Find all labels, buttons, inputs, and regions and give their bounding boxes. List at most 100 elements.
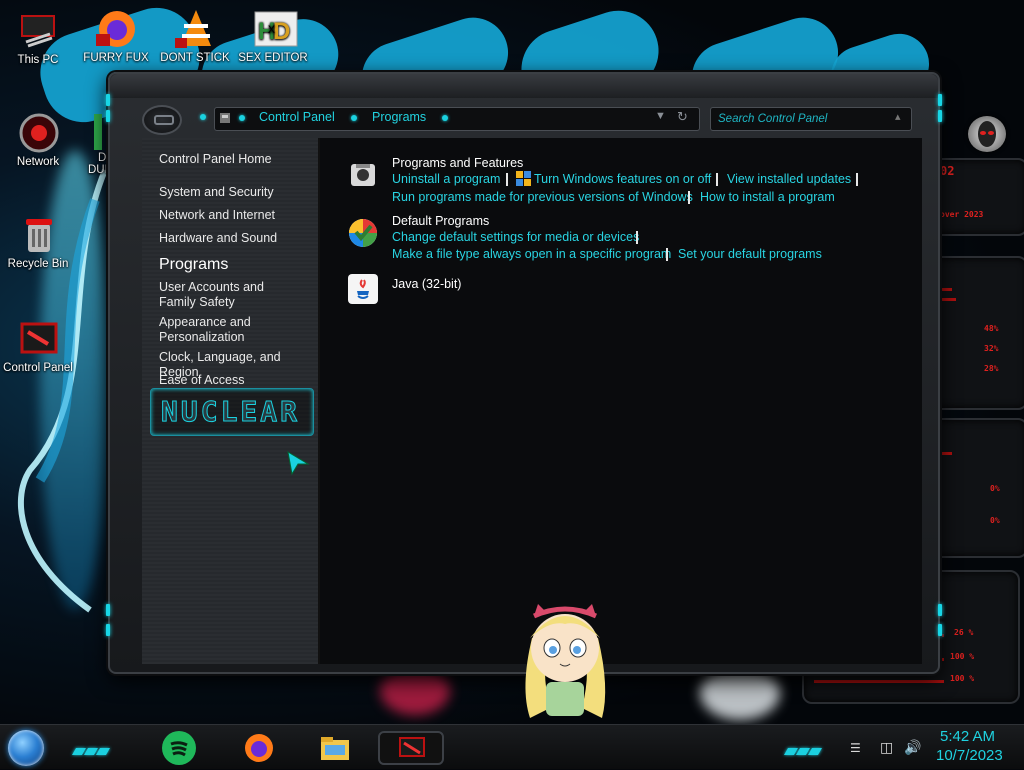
desktop-icon-furry-fux[interactable]: FURRY FUX <box>78 8 154 64</box>
widget-box-usage: 48% 32% 28% <box>930 256 1024 410</box>
widget-value: 02 <box>940 164 955 178</box>
app-icon <box>78 112 106 152</box>
desktop-icon-label: SEX EDITOR <box>238 52 308 64</box>
widget-value: 100 % <box>950 652 975 661</box>
desktop-icon-recycle-bin[interactable]: Recycle Bin <box>0 214 76 270</box>
frame-accent <box>106 94 110 106</box>
link-separator <box>716 173 718 186</box>
link-separator <box>666 248 668 261</box>
desktop-icon-this-pc[interactable]: This PC <box>0 10 76 66</box>
spotify-taskbar-button[interactable] <box>162 731 196 765</box>
breadcrumb-separator <box>442 115 448 121</box>
desktop-icon-label: DUM <box>88 164 108 176</box>
desktop-icon-control-panel[interactable]: Control Panel <box>0 318 76 374</box>
desktop-icon-partial[interactable]: D DUM <box>78 112 108 176</box>
taskbar: ☰ ◫ 🔊 5:42 AM 10/7/2023 <box>0 724 1024 769</box>
desktop-icon-label: Network <box>16 156 60 168</box>
frame-accent <box>106 624 110 636</box>
desktop-icon-label: D <box>98 152 107 164</box>
sidebar-item-hardware-sound[interactable]: Hardware and Sound <box>159 231 319 246</box>
breadcrumb-control-panel[interactable]: Control Panel <box>259 110 335 124</box>
alien-logo-icon <box>968 116 1006 152</box>
network-globe-icon <box>18 112 59 153</box>
link-separator <box>506 173 508 186</box>
link-change-default-settings[interactable]: Change default settings for media or dev… <box>392 230 639 244</box>
frame-accent <box>938 94 942 106</box>
computer-icon <box>18 10 58 50</box>
desktop-icon-label: This PC <box>17 54 59 66</box>
sidebar-item-network-internet[interactable]: Network and Internet <box>159 208 319 223</box>
link-uninstall-program[interactable]: Uninstall a program <box>392 172 500 186</box>
window-title-bar[interactable] <box>110 74 938 98</box>
section-title-programs-features[interactable]: Programs and Features <box>392 156 523 170</box>
section-title-default-programs[interactable]: Default Programs <box>392 214 489 228</box>
desktop-icon-dont-stick[interactable]: DONT STICK <box>157 8 233 64</box>
firefox-icon <box>96 8 136 48</box>
widget-value: 32% <box>984 344 999 353</box>
programs-features-icon[interactable] <box>348 160 378 190</box>
taskbar-accent-right <box>783 742 823 755</box>
desktop-icon-sex-editor[interactable]: HDx SEX EDITOR <box>235 8 311 64</box>
refresh-icon[interactable]: ↻ <box>677 109 688 125</box>
vlc-cone-icon <box>175 8 215 48</box>
sidebar: Control Panel Home System and Security N… <box>142 138 320 664</box>
cartoon-character-graphic <box>510 598 620 726</box>
file-explorer-taskbar-button[interactable] <box>318 731 352 765</box>
search-input[interactable] <box>716 110 890 128</box>
breadcrumb-separator <box>351 115 357 121</box>
link-set-default-programs[interactable]: Set your default programs <box>678 247 822 261</box>
content-pane: Programs and Features Uninstall a progra… <box>320 138 922 664</box>
svg-text:x: x <box>268 20 275 36</box>
link-turn-windows-features[interactable]: Turn Windows features on or off <box>534 172 711 186</box>
shield-windows-icon <box>516 171 532 187</box>
recycle-bin-icon <box>18 214 58 254</box>
default-programs-icon[interactable] <box>348 218 378 248</box>
widget-value: 0% <box>990 516 1000 525</box>
nuclear-logo: NUCLEAR <box>150 388 314 436</box>
link-view-installed-updates[interactable]: View installed updates <box>727 172 851 186</box>
frame-accent <box>106 604 110 616</box>
taskbar-accent-left <box>71 742 111 755</box>
link-run-previous-versions[interactable]: Run programs made for previous versions … <box>392 190 693 204</box>
search-box[interactable]: ▴ <box>710 107 912 131</box>
link-file-type-always-open[interactable]: Make a file type always open in a specif… <box>392 247 671 261</box>
link-separator <box>688 191 690 204</box>
link-how-to-install[interactable]: How to install a program <box>700 190 835 204</box>
section-title-java[interactable]: Java (32-bit) <box>392 277 461 291</box>
widget-value: 26 % <box>954 628 974 637</box>
volume-tray-icon[interactable]: 🔊 <box>904 739 921 756</box>
start-button[interactable] <box>8 730 44 766</box>
nav-indicator <box>200 114 206 120</box>
address-bar[interactable]: Control Panel Programs ▼ ↻ <box>214 107 700 131</box>
breadcrumb-programs[interactable]: Programs <box>372 110 426 124</box>
breadcrumb-separator <box>239 115 245 121</box>
sidebar-item-appearance[interactable]: Appearance and Personalization <box>159 315 274 345</box>
hxd-icon: HDx <box>253 8 298 48</box>
desktop-icon-network[interactable]: Network <box>0 112 76 168</box>
chevron-down-icon[interactable]: ▼ <box>655 110 666 122</box>
java-icon[interactable] <box>348 274 378 304</box>
nuclear-logo-text: NUCLEAR <box>160 395 301 429</box>
sidebar-item-control-panel-home[interactable]: Control Panel Home <box>159 152 319 167</box>
back-forward-button[interactable] <box>142 105 182 135</box>
sidebar-item-ease-of-access[interactable]: Ease of Access <box>159 373 319 388</box>
search-icon[interactable]: ▴ <box>895 110 901 123</box>
frame-accent <box>106 110 110 122</box>
firefox-taskbar-button[interactable] <box>242 731 276 765</box>
clock-time[interactable]: 5:42 AM <box>940 728 995 745</box>
sidebar-item-system-security[interactable]: System and Security <box>159 185 319 200</box>
frame-accent <box>938 604 942 616</box>
sidebar-item-programs[interactable]: Programs <box>159 257 319 273</box>
clock-date[interactable]: 10/7/2023 <box>936 747 1003 764</box>
control-panel-taskbar-button[interactable] <box>378 731 444 765</box>
sidebar-item-user-accounts[interactable]: User Accounts and Family Safety <box>159 280 304 310</box>
desktop-icon-label: DONT STICK <box>160 52 230 64</box>
link-separator <box>636 231 638 244</box>
widget-value: 28% <box>984 364 999 373</box>
desktop-icon-label: Recycle Bin <box>7 258 69 270</box>
widget-value: over 2023 <box>940 210 984 219</box>
frame-accent <box>938 624 942 636</box>
widget-value: 0% <box>990 484 1000 493</box>
network-tray-icon[interactable]: ◫ <box>880 739 893 756</box>
show-hidden-icons[interactable]: ☰ <box>850 741 861 755</box>
